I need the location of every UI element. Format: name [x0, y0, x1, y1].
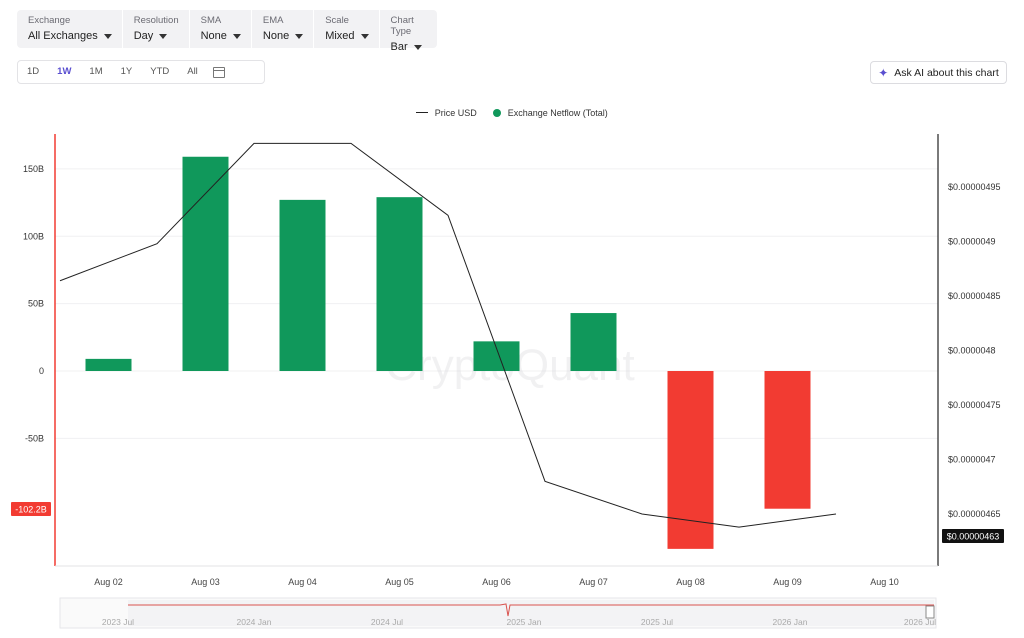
left-tick-label: 150B — [23, 164, 44, 174]
x-tick-label: Aug 05 — [385, 577, 414, 587]
netflow-bar — [376, 197, 423, 371]
navigator-label: 2024 Jul — [371, 617, 403, 627]
x-tick-label: Aug 08 — [676, 577, 705, 587]
netflow-bar — [182, 156, 229, 371]
navigator-label: 2023 Jul — [102, 617, 134, 627]
navigator-label: 2025 Jul — [641, 617, 673, 627]
x-tick-label: Aug 04 — [288, 577, 317, 587]
last-netflow-label: -102.2B — [15, 505, 47, 515]
netflow-bar — [667, 371, 714, 549]
left-tick-label: 0 — [39, 366, 44, 376]
left-tick-label: -50B — [25, 433, 44, 443]
netflow-chart: CryptoQuant150B100B50B0-50B$0.00000495$0… — [11, 134, 1004, 629]
left-tick-label: 50B — [28, 299, 44, 309]
x-tick-label: Aug 07 — [579, 577, 608, 587]
netflow-bar — [473, 341, 520, 371]
x-tick-label: Aug 02 — [94, 577, 123, 587]
right-tick-label: $0.0000048 — [948, 346, 996, 356]
x-tick-label: Aug 06 — [482, 577, 511, 587]
netflow-bar — [764, 371, 811, 509]
navigator-label: 2024 Jan — [237, 617, 272, 627]
right-tick-label: $0.0000049 — [948, 237, 996, 247]
right-tick-label: $0.0000047 — [948, 455, 996, 465]
navigator-label: 2026 Jul — [904, 617, 936, 627]
left-tick-label: 100B — [23, 231, 44, 241]
navigator-label: 2025 Jan — [507, 617, 542, 627]
x-tick-label: Aug 03 — [191, 577, 220, 587]
x-tick-label: Aug 10 — [870, 577, 899, 587]
price-line — [59, 142, 837, 528]
right-tick-label: $0.00000465 — [948, 509, 1001, 519]
netflow-bar — [85, 358, 132, 371]
netflow-bar — [570, 313, 617, 371]
right-tick-label: $0.00000475 — [948, 400, 1001, 410]
right-tick-label: $0.00000495 — [948, 182, 1001, 192]
x-tick-label: Aug 09 — [773, 577, 802, 587]
netflow-bar — [279, 199, 326, 371]
last-price-label: $0.00000463 — [947, 532, 1000, 542]
right-tick-label: $0.00000485 — [948, 291, 1001, 301]
navigator-label: 2026 Jan — [773, 617, 808, 627]
